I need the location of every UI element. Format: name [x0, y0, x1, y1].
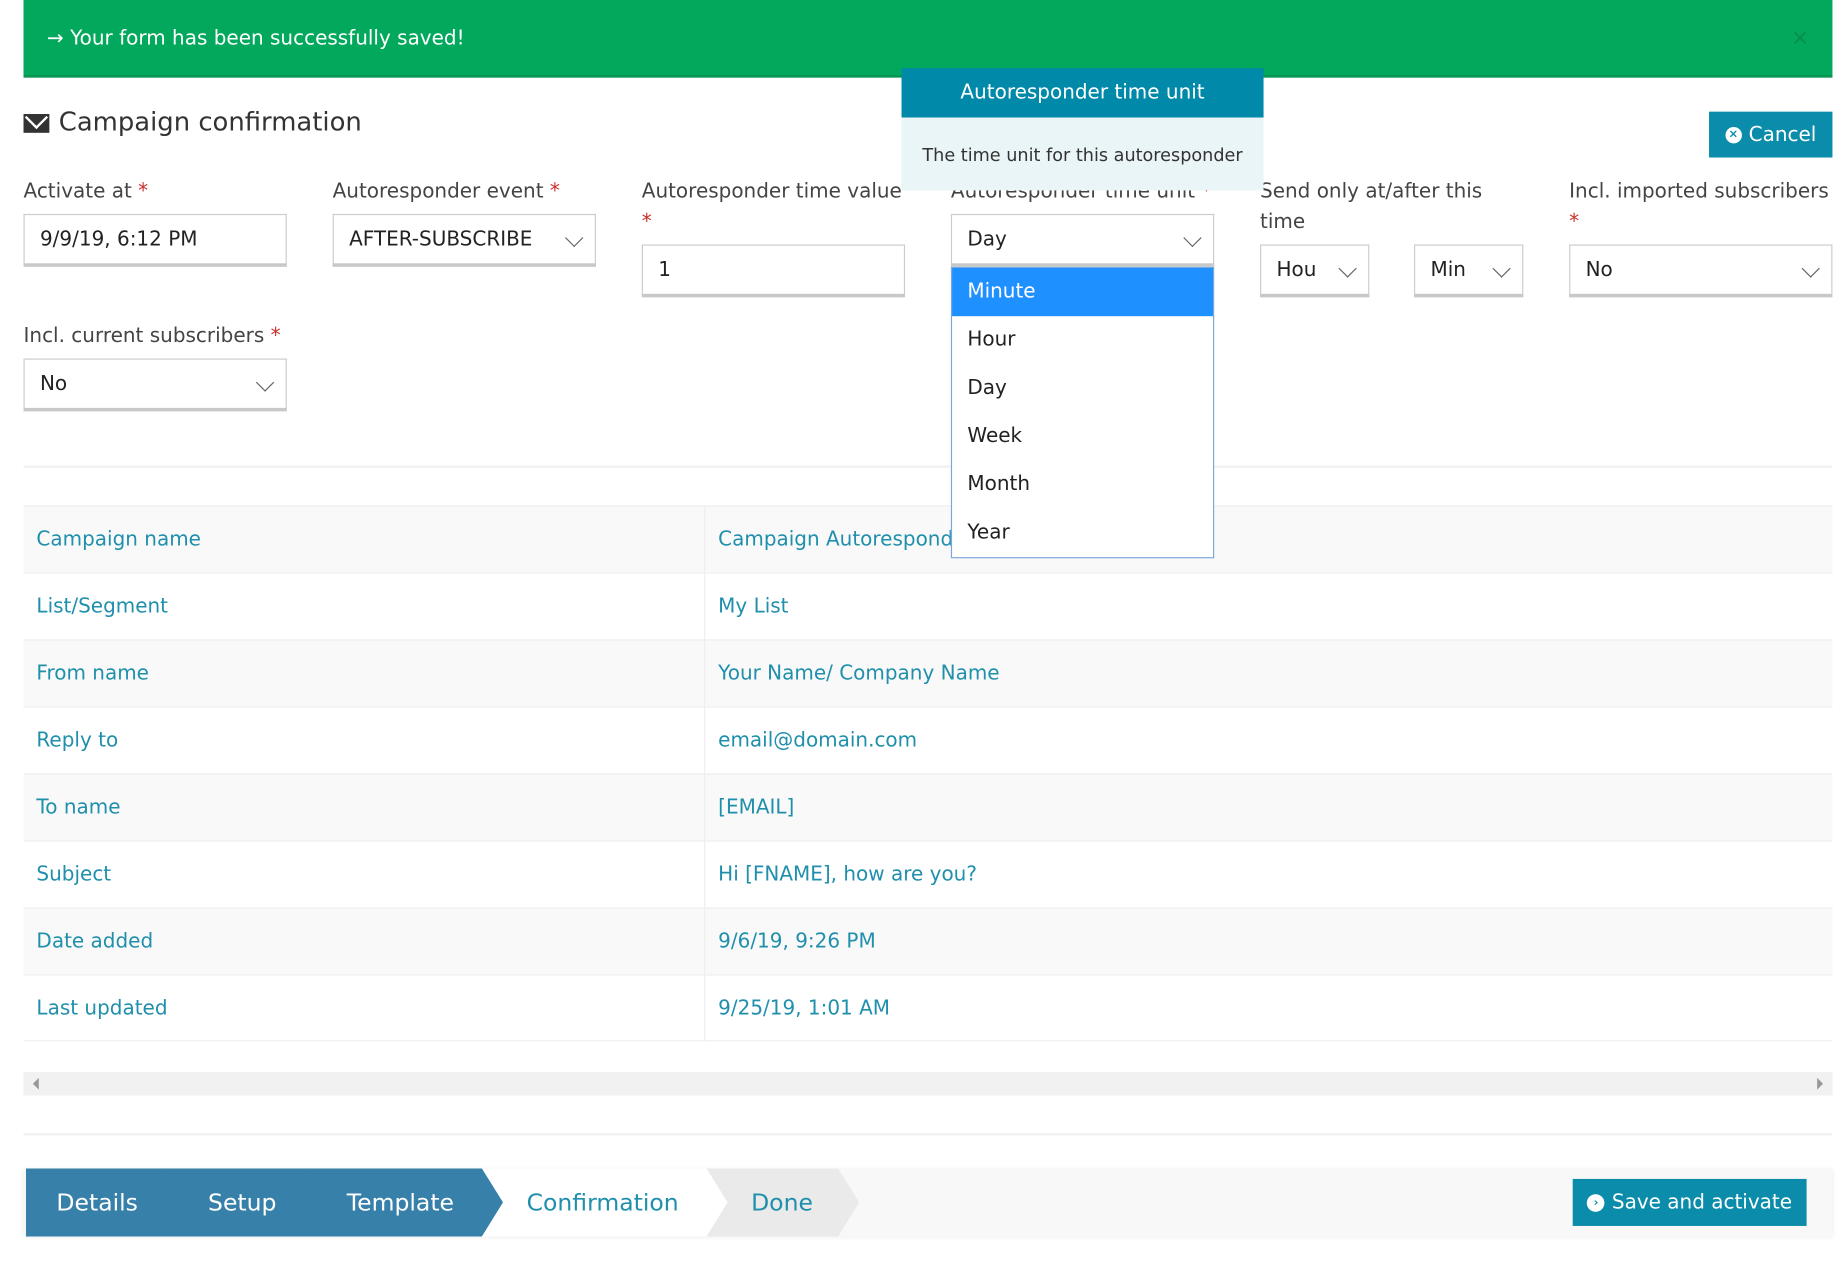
chevron-down-icon — [1183, 228, 1202, 248]
save-and-activate-button[interactable]: › Save and activate — [1572, 1178, 1807, 1226]
scroll-right-icon[interactable] — [1817, 1077, 1824, 1090]
tooltip-body: The time unit for this autoresponder — [901, 117, 1264, 191]
time-unit-select[interactable]: Day — [950, 213, 1215, 267]
table-row: Last updated 9/25/19, 1:01 AM — [23, 974, 1833, 1042]
scroll-left-icon[interactable] — [32, 1077, 39, 1090]
option-hour[interactable]: Hour — [952, 316, 1213, 364]
chevron-down-icon — [1801, 259, 1820, 278]
step-details[interactable]: Details — [26, 1168, 188, 1236]
page-title: Campaign confirmation — [23, 108, 362, 138]
wizard-steps: Details Setup Template Confirmation Done… — [23, 1168, 1833, 1237]
imported-label: Incl. imported subscribers * — [1569, 179, 1829, 234]
chevron-down-icon — [255, 373, 275, 392]
page-title-text: Campaign confirmation — [58, 108, 362, 138]
activate-at-input[interactable]: 9/9/19, 6:12 PM — [23, 213, 287, 267]
event-select[interactable]: AFTER-SUBSCRIBE — [332, 213, 596, 267]
time-value-label: Autoresponder time value * — [641, 179, 902, 234]
table-row: To name [EMAIL] — [23, 773, 1833, 841]
table-row: List/Segment My List — [23, 572, 1833, 640]
step-confirmation[interactable]: Confirmation — [482, 1168, 731, 1236]
divider — [23, 1133, 1833, 1136]
hour-select[interactable]: Hou — [1260, 244, 1370, 298]
table-row: Campaign name Campaign Autorespond — [23, 505, 1833, 573]
alert-message: → Your form has been successfully saved! — [47, 27, 465, 51]
chevron-down-icon — [1338, 259, 1357, 278]
cancel-label: Cancel — [1748, 122, 1817, 147]
imported-select[interactable]: No — [1569, 244, 1833, 298]
option-month[interactable]: Month — [952, 461, 1213, 509]
save-label: Save and activate — [1611, 1190, 1793, 1215]
option-day[interactable]: Day — [952, 364, 1213, 412]
step-template[interactable]: Template — [303, 1168, 503, 1236]
chevron-down-icon — [1492, 259, 1511, 278]
minute-select[interactable]: Min — [1414, 244, 1524, 298]
table-row: Reply to email@domain.com — [23, 706, 1833, 774]
time-value-input[interactable]: 1 — [641, 244, 906, 298]
close-icon[interactable]: × — [1791, 0, 1809, 78]
time-unit-dropdown: Minute Hour Day Week Month Year — [950, 266, 1215, 559]
option-minute[interactable]: Minute — [952, 267, 1214, 317]
option-week[interactable]: Week — [952, 413, 1213, 461]
table-row: Subject Hi [FNAME], how are you? — [23, 840, 1833, 908]
option-year[interactable]: Year — [952, 509, 1213, 557]
current-select[interactable]: No — [23, 358, 287, 412]
horizontal-scrollbar[interactable] — [23, 1071, 1833, 1096]
step-setup[interactable]: Setup — [163, 1168, 328, 1236]
current-label: Incl. current subscribers * — [23, 324, 281, 348]
event-label: Autoresponder event * — [332, 179, 560, 204]
table-row: Date added 9/6/19, 9:26 PM — [23, 907, 1833, 975]
circle-x-icon: × — [1725, 126, 1742, 143]
table-row: From name Your Name/ Company Name — [23, 639, 1833, 707]
summary-table: Campaign name Campaign Autorespond List/S… — [23, 505, 1833, 1042]
tooltip-title: Autoresponder time unit — [901, 68, 1264, 118]
divider — [23, 465, 1833, 468]
step-done[interactable]: Done — [706, 1168, 859, 1236]
chevron-down-icon — [565, 228, 584, 248]
chevron-circle-right-icon: › — [1587, 1193, 1605, 1212]
success-alert: → Your form has been successfully saved!… — [23, 0, 1833, 78]
envelope-icon — [23, 113, 50, 133]
activate-at-label: Activate at * — [23, 179, 149, 204]
tooltip: Autoresponder time unit The time unit fo… — [901, 68, 1264, 191]
cancel-button[interactable]: × Cancel — [1709, 111, 1833, 158]
send-only-label: Send only at/after this time — [1260, 179, 1483, 234]
